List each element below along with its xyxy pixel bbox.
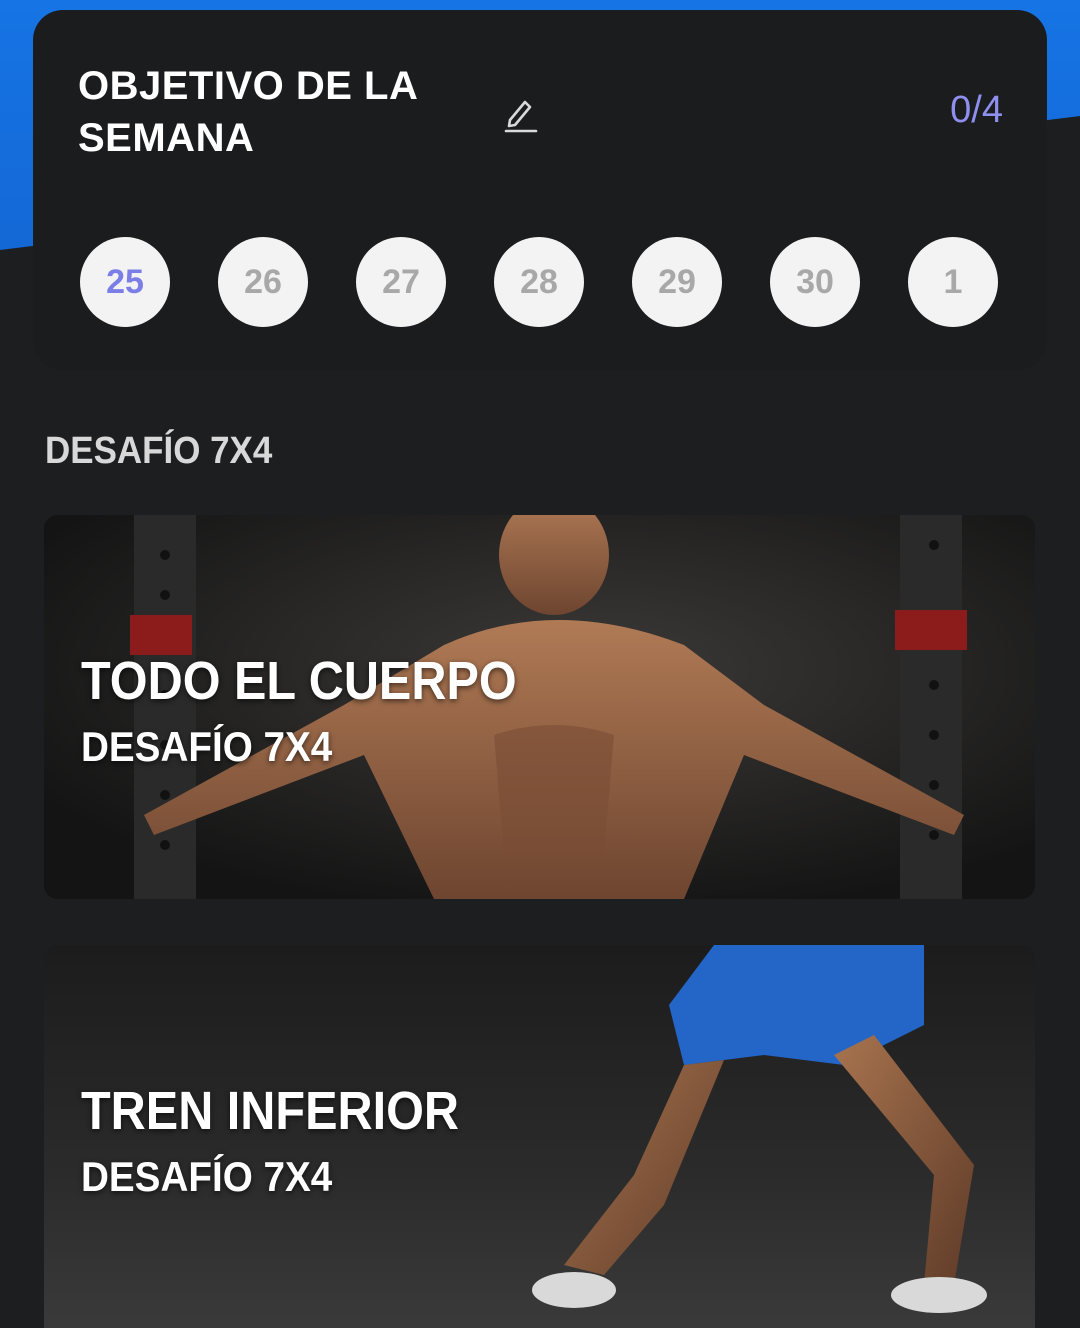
challenge-subtitle: DESAFÍO 7X4 (81, 723, 333, 770)
edit-goal-button[interactable] (495, 88, 545, 138)
pencil-icon (504, 100, 538, 133)
week-days-row: 25 26 27 28 29 30 1 (80, 237, 998, 327)
day-circle[interactable]: 26 (218, 237, 308, 327)
challenge-subtitle: DESAFÍO 7X4 (81, 1153, 333, 1200)
weekly-goal-title-line1: OBJETIVO DE LA (78, 64, 419, 108)
weekly-goal-title: OBJETIVO DE LA SEMANA (78, 60, 438, 164)
day-circle[interactable]: 28 (494, 237, 584, 327)
day-circle[interactable]: 1 (908, 237, 998, 327)
weekly-goal-title-line2: SEMANA (78, 116, 255, 160)
challenge-card-full-body[interactable]: TODO EL CUERPO DESAFÍO 7X4 (44, 515, 1035, 899)
section-title: DESAFÍO 7X4 (45, 430, 273, 472)
day-circle-current[interactable]: 25 (80, 237, 170, 327)
challenge-card-lower-body[interactable]: TREN INFERIOR DESAFÍO 7X4 (44, 945, 1035, 1328)
day-circle[interactable]: 27 (356, 237, 446, 327)
day-circle[interactable]: 30 (770, 237, 860, 327)
challenge-title: TREN INFERIOR (81, 1081, 460, 1141)
weekly-goal-card[interactable]: OBJETIVO DE LA SEMANA 0/4 25 26 27 28 29… (33, 10, 1047, 370)
challenge-title: TODO EL CUERPO (81, 651, 517, 711)
weekly-goal-progress: 0/4 (950, 89, 1003, 131)
day-circle[interactable]: 29 (632, 237, 722, 327)
